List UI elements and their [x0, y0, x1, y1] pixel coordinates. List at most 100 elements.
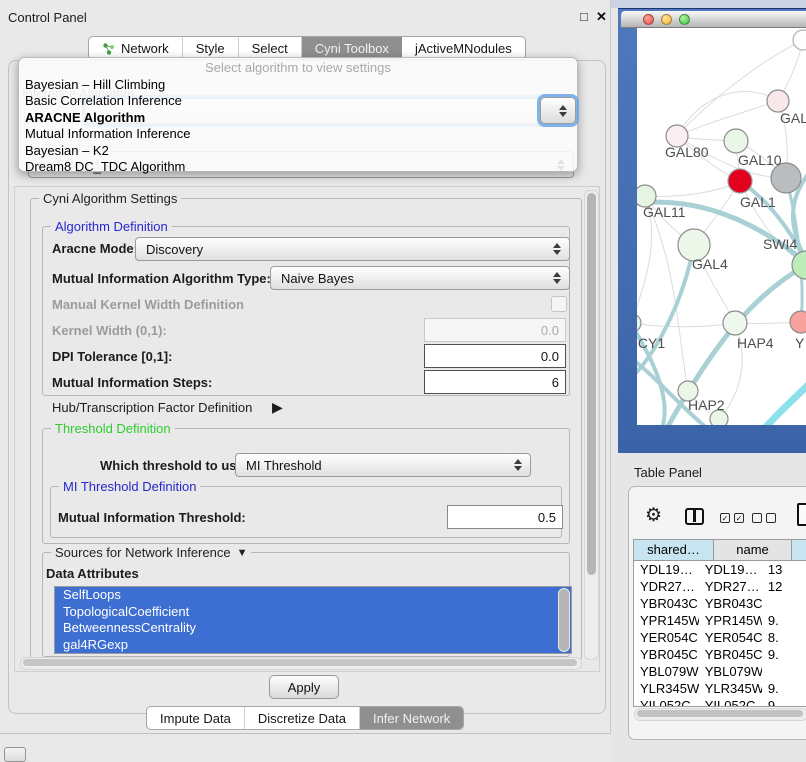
table-horizontal-scrollbar[interactable]	[634, 708, 806, 721]
highlighted-edge	[765, 384, 806, 425]
popup-item-selected[interactable]: ARACNE Algorithm	[19, 110, 577, 127]
list-item[interactable]: gal4RGexp	[55, 637, 571, 654]
popup-item[interactable]: Mutual Information Inference	[19, 126, 577, 143]
tab-discretize-data-label: Discretize Data	[258, 711, 346, 726]
hub-definition-label[interactable]: Hub/Transcription Factor Definition	[52, 400, 252, 415]
node-table[interactable]: shared… name A YDL19…YDL19…13 YDR27…YDR2…	[633, 539, 806, 707]
popup-item[interactable]: Bayesian – K2	[19, 143, 577, 160]
float-panel-icon[interactable]: □	[580, 9, 588, 24]
table-row[interactable]: YER054CYER054C8.	[634, 629, 806, 646]
zoom-window-button[interactable]	[679, 14, 690, 25]
kernel-width-label: Kernel Width (0,1):	[52, 323, 167, 338]
node-gcy1[interactable]	[637, 314, 641, 332]
node-partial-top[interactable]	[793, 30, 806, 50]
aracne-mode-value: Discovery	[146, 242, 203, 257]
unchecked-box-icon	[752, 513, 762, 523]
settings-horizontal-scrollbar[interactable]	[20, 657, 582, 670]
which-threshold-combobox[interactable]: MI Threshold	[235, 453, 531, 477]
table-row[interactable]: YLR345WYLR345W9.	[634, 680, 806, 697]
list-item[interactable]: SelfLoops	[55, 587, 571, 604]
dpi-tolerance-field[interactable]: 0.0	[424, 344, 566, 368]
node-label: GAL2	[780, 110, 806, 126]
popup-item[interactable]: Bayesian – Hill Climbing	[19, 77, 577, 94]
algorithm-definition-title: Algorithm Definition	[51, 219, 172, 234]
gear-icon[interactable]: ⚙	[645, 504, 662, 527]
popup-item[interactable]: Basic Correlation Inference	[19, 93, 577, 110]
manual-kernel-checkbox[interactable]	[551, 296, 567, 312]
checked-box-icon: ✓	[734, 513, 744, 523]
node-hap4[interactable]	[723, 311, 747, 335]
network-window-titlebar[interactable]	[621, 11, 806, 28]
table-row[interactable]: YBR045CYBR045C9.	[634, 646, 806, 663]
tab-impute-data[interactable]: Impute Data	[147, 707, 245, 729]
tab-cyni-toolbox-label: Cyni Toolbox	[315, 41, 389, 56]
table-row[interactable]: YPR145WYPR145W9.	[634, 612, 806, 629]
bottom-tabbar: Impute Data Discretize Data Infer Networ…	[146, 706, 464, 730]
sources-title: Sources for Network Inference	[55, 545, 231, 560]
tab-style-label: Style	[196, 41, 225, 56]
tab-cyni-toolbox[interactable]: Cyni Toolbox	[302, 37, 402, 59]
which-threshold-label: Which threshold to use:	[100, 458, 248, 473]
tab-discretize-data[interactable]: Discretize Data	[245, 707, 360, 729]
close-window-button[interactable]	[643, 14, 654, 25]
list-item[interactable]: TopologicalCoefficient	[55, 604, 571, 621]
node-gal2[interactable]	[767, 90, 789, 112]
node-label: GCY1	[637, 335, 665, 351]
focused-combo-cap[interactable]	[540, 97, 576, 124]
tab-infer-network[interactable]: Infer Network	[360, 707, 463, 729]
network-canvas[interactable]: GAL2 GAL80 GAL10 GAL1 GAL11 SWI4 GAL4 GC…	[637, 28, 806, 425]
network-graph: GAL2 GAL80 GAL10 GAL1 GAL11 SWI4 GAL4 GC…	[637, 28, 806, 425]
aracne-mode-label: Aracne Mode:	[52, 241, 138, 256]
split-columns-icon[interactable]	[685, 508, 704, 525]
settings-vertical-scrollbar[interactable]	[584, 190, 599, 660]
node-gal10[interactable]	[724, 129, 748, 153]
which-threshold-value: MI Threshold	[246, 458, 322, 473]
mi-steps-label: Mutual Information Steps:	[52, 375, 212, 390]
network-nodes[interactable]	[637, 30, 806, 425]
tab-impute-data-label: Impute Data	[160, 711, 231, 726]
table-row[interactable]: YBR043CYBR043C	[634, 595, 806, 612]
column-header-partial[interactable]: A	[792, 540, 806, 561]
algorithm-popup-list: Select algorithm to view settings Bayesi…	[18, 57, 578, 172]
expand-arrow-icon[interactable]: ▶	[272, 399, 283, 416]
mi-threshold-label: Mutual Information Threshold:	[58, 510, 246, 525]
popup-item[interactable]: Dream8 DC_TDC Algorithm	[19, 159, 577, 176]
node-gal1[interactable]	[728, 169, 752, 193]
table-panel-title: Table Panel	[634, 465, 702, 480]
mi-type-label: Mutual Information Algorithm Type:	[52, 271, 271, 286]
column-header-shared-name[interactable]: shared…	[634, 540, 714, 561]
tab-network[interactable]: Network	[89, 37, 183, 59]
apply-button[interactable]: Apply	[269, 675, 339, 699]
list-item[interactable]: BetweennessCentrality	[55, 620, 571, 637]
kernel-width-field[interactable]: 0.0	[424, 318, 566, 342]
aracne-mode-combobox[interactable]: Discovery	[135, 237, 570, 261]
mi-threshold-field[interactable]: 0.5	[447, 505, 563, 529]
collapsed-panel-button[interactable]	[4, 747, 26, 762]
node-y-partial[interactable]	[790, 311, 806, 333]
minimize-window-button[interactable]	[661, 14, 672, 25]
tab-jactivemnodules[interactable]: jActiveMNodules	[402, 37, 525, 59]
mi-steps-field[interactable]: 6	[424, 370, 566, 394]
close-panel-icon[interactable]: ✕	[596, 9, 607, 25]
node-label: GAL10	[738, 152, 782, 168]
table-row[interactable]: YBL079WYBL079W	[634, 663, 806, 680]
tab-style[interactable]: Style	[183, 37, 239, 59]
table-row[interactable]: YDL19…YDL19…13	[634, 561, 806, 578]
table-row[interactable]: YDR27…YDR27…12	[634, 578, 806, 595]
node-label: HAP2	[688, 397, 725, 413]
list-vertical-scrollbar[interactable]	[558, 588, 570, 652]
table-row[interactable]: YIL052CYIL052C9	[634, 697, 806, 707]
mi-type-combobox[interactable]: Naive Bayes	[270, 266, 570, 290]
show-columns-icon[interactable]: ✓ ✓	[720, 513, 744, 523]
tab-select[interactable]: Select	[239, 37, 302, 59]
node-label: Y	[795, 335, 805, 351]
new-table-icon[interactable]	[797, 503, 806, 526]
node-label: GAL80	[665, 144, 709, 160]
column-header-name[interactable]: name	[714, 540, 792, 561]
collapse-arrow-icon[interactable]: ▼	[237, 547, 248, 559]
hide-columns-icon[interactable]	[752, 513, 776, 523]
data-attributes-list[interactable]: SelfLoops TopologicalCoefficient Between…	[54, 586, 572, 654]
tab-select-label: Select	[252, 41, 288, 56]
node-labels: GAL2 GAL80 GAL10 GAL1 GAL11 SWI4 GAL4 GC…	[637, 110, 806, 413]
tab-infer-network-label: Infer Network	[373, 711, 450, 726]
